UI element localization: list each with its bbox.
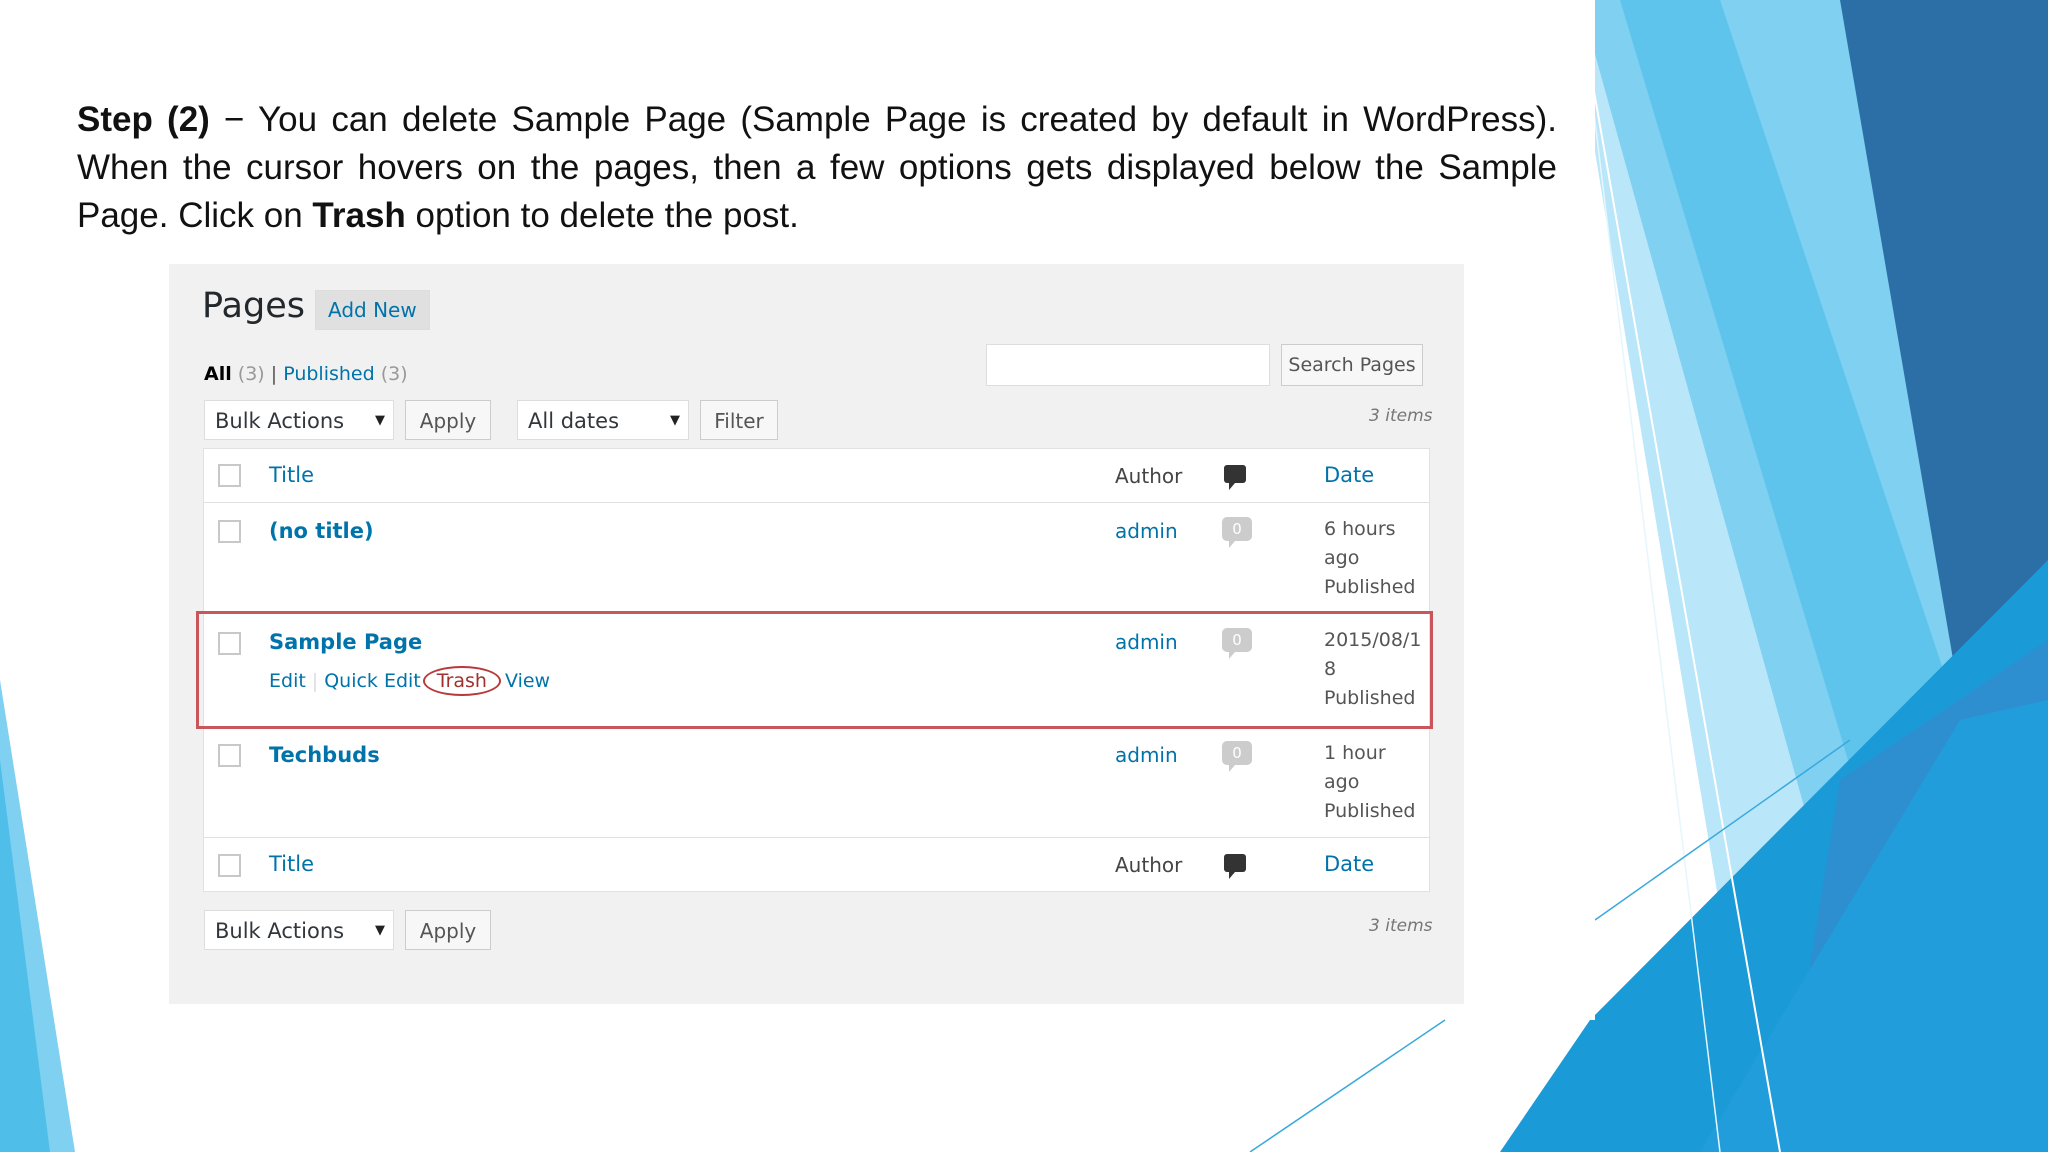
bulk-actions-select-bottom[interactable]: Bulk Actions ▼ xyxy=(204,910,394,950)
table-header-row: Title Author Date xyxy=(204,449,1429,503)
date-line1: 6 hours xyxy=(1324,518,1396,540)
step-label: Step (2) xyxy=(77,100,210,139)
column-title-footer[interactable]: Title xyxy=(269,852,314,876)
table-row: Techbuds admin 0 1 hour ago Published xyxy=(204,727,1429,838)
row-checkbox[interactable] xyxy=(218,744,241,767)
date-line1: 1 hour xyxy=(1324,742,1386,764)
column-date-header[interactable]: Date xyxy=(1324,461,1374,490)
dropdown-arrow-icon: ▼ xyxy=(375,413,385,428)
dropdown-arrow-icon: ▼ xyxy=(670,413,680,428)
filter-separator: | xyxy=(270,363,278,385)
select-all-checkbox-footer[interactable] xyxy=(218,854,241,877)
date-line2: ago xyxy=(1324,771,1360,793)
apply-button-bottom[interactable]: Apply xyxy=(405,910,491,950)
column-title-header[interactable]: Title xyxy=(269,463,314,487)
author-link[interactable]: admin xyxy=(1115,743,1178,767)
filter-all[interactable]: All xyxy=(204,363,232,385)
filter-published[interactable]: Published xyxy=(283,363,374,385)
status-text: Published xyxy=(1324,800,1416,822)
trash-emphasis: Trash xyxy=(312,196,406,235)
page-title-link[interactable]: Techbuds xyxy=(269,743,380,767)
apply-button-top[interactable]: Apply xyxy=(405,400,491,440)
filter-all-count: (3) xyxy=(237,363,265,385)
search-input[interactable] xyxy=(986,344,1270,386)
instruction-text: Step (2) − You can delete Sample Page (S… xyxy=(77,96,1557,240)
status-text: Published xyxy=(1324,576,1416,598)
date-cell: 1 hour ago Published xyxy=(1324,739,1415,826)
column-author-footer: Author xyxy=(1115,853,1183,877)
page-title-link[interactable]: (no title) xyxy=(269,519,374,543)
column-author-header: Author xyxy=(1115,464,1183,488)
search-pages-button[interactable]: Search Pages xyxy=(1281,344,1423,386)
sample-page-highlight-box xyxy=(196,611,1433,729)
table-row: (no title) admin 0 6 hours ago Published xyxy=(204,503,1429,614)
instruction-part1: − You can delete Sample Page (Sample Pag… xyxy=(77,100,1557,235)
items-count-top: 3 items xyxy=(1369,406,1433,426)
comment-count-icon[interactable]: 0 xyxy=(1222,741,1252,772)
row-checkbox[interactable] xyxy=(218,520,241,543)
comments-icon[interactable] xyxy=(1224,854,1246,879)
wp-pages-screenshot: Pages Add New All (3) | Published (3) Se… xyxy=(169,264,1464,1004)
bulk-actions-select-top[interactable]: Bulk Actions ▼ xyxy=(204,400,394,440)
page-title: Pages xyxy=(202,286,305,326)
bulk-actions-label: Bulk Actions xyxy=(215,409,345,433)
dropdown-arrow-icon: ▼ xyxy=(375,923,385,938)
author-link[interactable]: admin xyxy=(1115,519,1178,543)
column-date-footer[interactable]: Date xyxy=(1324,850,1374,879)
table-footer-row: Title Author Date xyxy=(204,838,1429,892)
dates-label: All dates xyxy=(528,409,620,433)
comment-count-icon[interactable]: 0 xyxy=(1222,517,1252,548)
filter-button[interactable]: Filter xyxy=(700,400,778,440)
date-line2: ago xyxy=(1324,547,1360,569)
dates-select[interactable]: All dates ▼ xyxy=(517,400,689,440)
status-filters: All (3) | Published (3) xyxy=(204,363,408,385)
items-count-bottom: 3 items xyxy=(1369,916,1433,936)
add-new-button[interactable]: Add New xyxy=(315,290,430,330)
date-cell: 6 hours ago Published xyxy=(1324,515,1415,602)
bulk-actions-label: Bulk Actions xyxy=(215,919,345,943)
instruction-part2: option to delete the post. xyxy=(405,196,799,235)
comments-icon[interactable] xyxy=(1224,465,1246,490)
filter-published-count: (3) xyxy=(380,363,408,385)
select-all-checkbox[interactable] xyxy=(218,464,241,487)
